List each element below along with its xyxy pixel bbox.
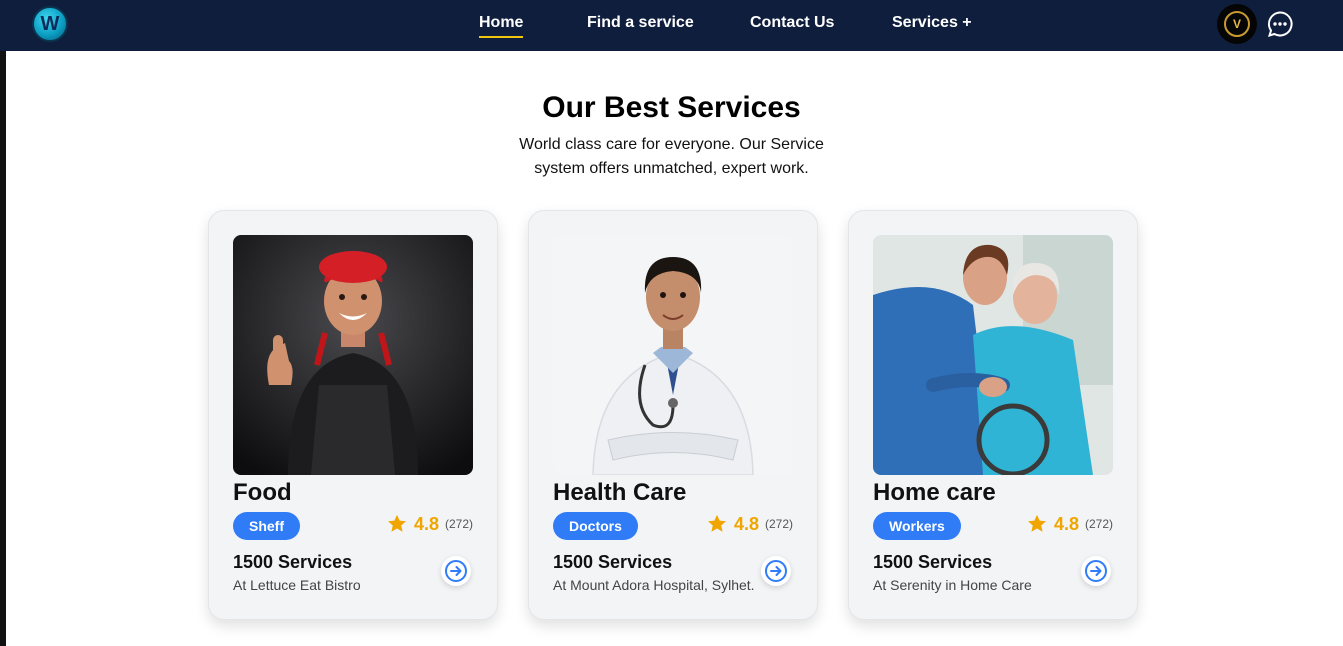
services-count: 1500 Services [233,552,353,572]
avatar[interactable]: V [1217,4,1257,44]
nav-contact-us[interactable]: Contact Us [750,14,834,32]
services-count: 1500 Services [553,552,673,572]
service-card-health-care[interactable]: Health Care Doctors 4.8 (272) 1500 Servi… [528,210,818,620]
section-title: Our Best Services [542,91,801,124]
rating: 4.8 (272) [1026,513,1113,535]
review-count: (272) [1084,517,1113,531]
location-text: At Serenity in Home Care [873,577,1032,593]
rating-value: 4.8 [413,513,439,534]
star-icon [387,514,406,532]
chat-icon[interactable] [1266,10,1294,38]
services-count: 1500 Services [873,552,993,572]
card-title: Health Care [553,479,687,506]
review-count: (272) [444,517,473,531]
rating: 4.8 (272) [706,513,793,535]
caregiver-photo [873,235,1113,475]
nav-home[interactable]: Home [479,14,524,38]
subtitle-line-2: system offers unmatched, expert work. [534,160,809,177]
category-badge[interactable]: Sheff [233,512,300,540]
service-card-food[interactable]: Food Sheff 4.8 (272) 1500 Services At Le… [208,210,498,620]
arrow-right-icon[interactable] [1081,556,1111,586]
review-count: (272) [764,517,793,531]
nav-find-service[interactable]: Find a service [587,14,694,32]
rating: 4.8 (272) [386,513,473,535]
chef-photo [233,235,473,475]
arrow-right-icon[interactable] [761,556,791,586]
star-icon [707,514,726,532]
category-badge[interactable]: Doctors [553,512,638,540]
logo[interactable]: W [32,6,68,42]
service-card-home-care[interactable]: Home care Workers 4.8 (272) 1500 Service… [848,210,1138,620]
category-badge[interactable]: Workers [873,512,961,540]
nav-services[interactable]: Services + [892,14,972,32]
top-navbar: W Home Find a service Contact Us Service… [0,0,1343,51]
doctor-photo [553,235,793,475]
subtitle-line-1: World class care for everyone. Our Servi… [519,136,824,153]
card-title: Home care [873,479,996,506]
rating-value: 4.8 [1053,513,1079,534]
card-title: Food [233,479,292,506]
avatar-letter: V [1224,11,1250,37]
location-text: At Mount Adora Hospital, Sylhet. [553,577,755,593]
arrow-right-icon[interactable] [441,556,471,586]
location-text: At Lettuce Eat Bistro [233,577,361,593]
logo-letter: W [40,12,60,35]
rating-value: 4.8 [733,513,759,534]
star-icon [1027,514,1046,532]
section-subtitle: World class care for everyone. Our Servi… [0,133,1343,181]
